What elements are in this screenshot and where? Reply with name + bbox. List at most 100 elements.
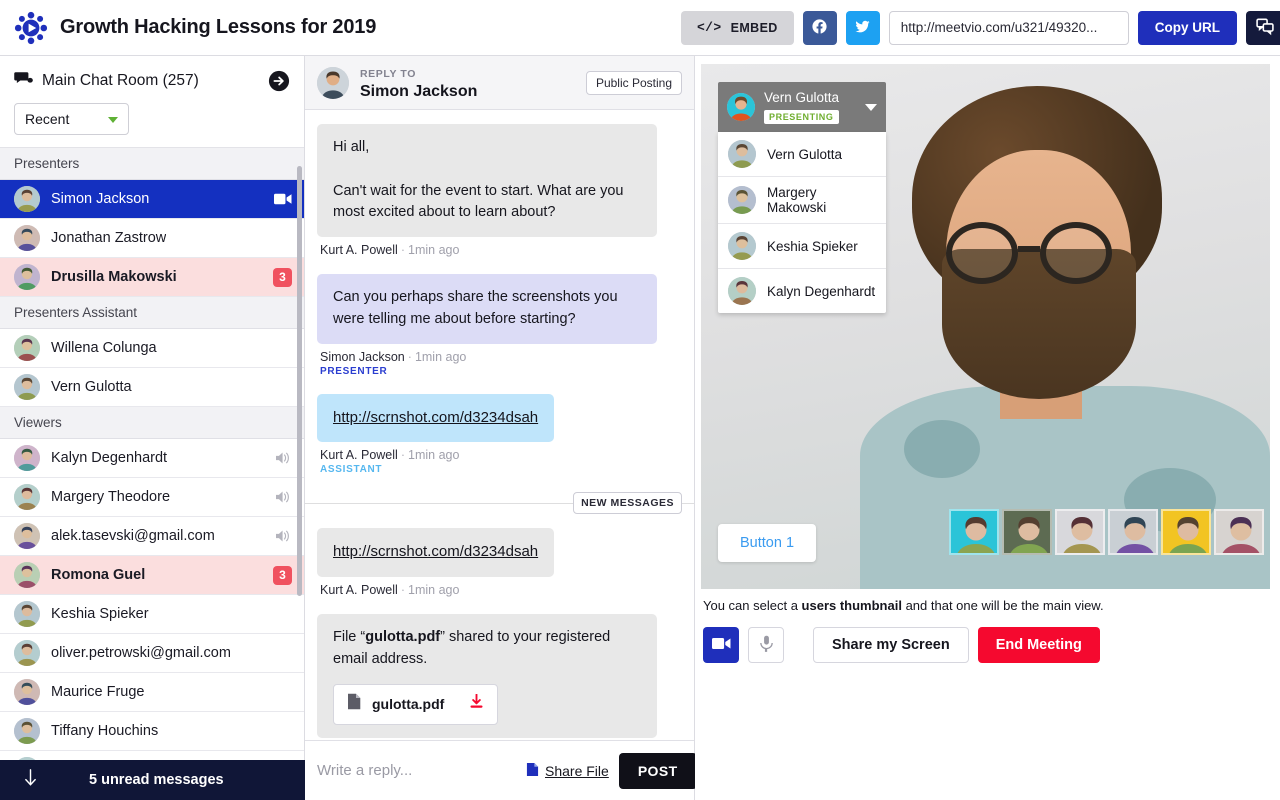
room-title: Main Chat Room (257) (42, 72, 199, 89)
share-url-input[interactable] (888, 10, 1129, 45)
arrow-right-circle-icon[interactable] (268, 70, 290, 92)
shared-file-name: gulotta.pdf (365, 629, 441, 645)
chat-header: REPLY TO Simon Jackson Public Posting (305, 56, 694, 110)
download-icon[interactable] (469, 693, 484, 715)
avatar (14, 679, 40, 705)
participants-list[interactable]: Presenters Simon Jackson Jonathan Zastrow D… (0, 147, 304, 800)
unread-count-badge: 3 (273, 267, 292, 287)
meetvio-play-logo-icon (14, 11, 48, 45)
participant-name: Simon Jackson (51, 191, 150, 207)
participant-name: oliver.petrowski@gmail.com (51, 645, 231, 661)
post-button[interactable]: POST (618, 752, 697, 789)
share-file-button[interactable]: Share File (526, 762, 609, 780)
embed-button[interactable]: </> EMBED (680, 10, 794, 45)
avatar (728, 232, 756, 260)
presenter-option[interactable]: Kalyn Degenhardt (718, 269, 886, 313)
share-facebook-button[interactable] (802, 10, 837, 45)
copy-url-button[interactable]: Copy URL (1137, 10, 1237, 45)
avatar (317, 66, 349, 99)
participants-group-header: Presenters Assistant (0, 297, 304, 329)
participant-row[interactable]: Tiffany Houchins (0, 712, 304, 751)
participant-row[interactable]: Jonathan Zastrow (0, 219, 304, 258)
video-camera-icon[interactable] (274, 193, 292, 205)
chat-composer: Share File POST (305, 740, 697, 800)
participant-name: Tiffany Houchins (51, 723, 159, 739)
participants-group-header: Viewers (0, 407, 304, 439)
presenter-option[interactable]: Margery Makowski (718, 177, 886, 224)
participant-row[interactable]: Simon Jackson (0, 180, 304, 219)
participant-row[interactable]: Maurice Fruge (0, 673, 304, 712)
participant-thumbnail-strip[interactable] (949, 509, 1264, 555)
participant-row[interactable]: Willena Colunga (0, 329, 304, 368)
sort-dropdown[interactable]: Recent (14, 103, 129, 135)
main-video-stage[interactable]: Vern Gulotta PRESENTING Vern Gulotta Marg… (701, 64, 1270, 589)
new-messages-label: NEW MESSAGES (573, 492, 682, 515)
message-author: Kurt A. Powell (320, 448, 398, 463)
thumbnail-hint-before: You can select a (703, 598, 802, 613)
file-name-label: gulotta.pdf (372, 695, 445, 712)
thumbnail-hint-after: and that one will be the main view. (901, 598, 1104, 613)
thumbnail-hint-bold: users thumbnail (801, 598, 902, 613)
speaker-icon[interactable] (276, 490, 292, 504)
participant-thumbnail[interactable] (1161, 509, 1211, 555)
message-bubble: Hi all, Can't wait for the event to star… (317, 124, 657, 237)
participant-thumbnail[interactable] (1214, 509, 1264, 555)
share-file-label: Share File (545, 762, 609, 779)
top-bar: Growth Hacking Lessons for 2019 </> EMBE… (0, 0, 1280, 56)
chat-header-text: REPLY TO Simon Jackson (360, 64, 477, 101)
presenter-selector: Vern Gulotta PRESENTING Vern Gulotta Marg… (718, 82, 886, 313)
chat-message: Can you perhaps share the screenshots yo… (317, 274, 682, 377)
presenter-current-name: Vern Gulotta (764, 90, 840, 105)
presenter-option[interactable]: Vern Gulotta (718, 132, 886, 177)
speaker-icon[interactable] (276, 451, 292, 465)
twitter-icon (854, 18, 871, 38)
message-timestamp: 1min ago (408, 583, 460, 597)
participant-row[interactable]: Kalyn Degenhardt (0, 439, 304, 478)
participant-row[interactable]: oliver.petrowski@gmail.com (0, 634, 304, 673)
facebook-icon (811, 18, 828, 38)
participant-row[interactable]: Romona Guel 3 (0, 556, 304, 595)
speaker-icon[interactable] (276, 529, 292, 543)
video-glasses-bridge (1018, 246, 1040, 252)
microphone-icon (759, 635, 773, 655)
share-twitter-button[interactable] (845, 10, 880, 45)
room-title-row: Main Chat Room (257) (14, 70, 290, 92)
participant-row[interactable]: Vern Gulotta (0, 368, 304, 407)
file-attachment-chip[interactable]: gulotta.pdf (333, 683, 499, 725)
avatar (14, 445, 40, 471)
avatar (14, 562, 40, 588)
overlay-button-1[interactable]: Button 1 (718, 524, 817, 562)
end-meeting-button[interactable]: End Meeting (977, 627, 1100, 663)
webinar-app: Growth Hacking Lessons for 2019 </> EMBE… (0, 0, 1280, 800)
participant-row[interactable]: Margery Theodore (0, 478, 304, 517)
participant-thumbnail[interactable] (1055, 509, 1105, 555)
participant-thumbnail[interactable] (1002, 509, 1052, 555)
presenter-option[interactable]: Keshia Spieker (718, 224, 886, 269)
unread-messages-label: 5 unread messages (89, 772, 224, 788)
chat-panel-toggle-button[interactable] (1246, 10, 1280, 45)
participant-row[interactable]: alek.tasevski@gmail.com (0, 517, 304, 556)
status-badge: PRESENTING (764, 110, 839, 124)
chevron-down-icon (865, 103, 877, 111)
sidebar-scrollbar[interactable] (297, 166, 302, 596)
toggle-microphone-button[interactable] (748, 627, 784, 663)
message-link[interactable]: http://scrnshot.com/d3234dsah (333, 409, 538, 426)
presenter-selector-current[interactable]: Vern Gulotta PRESENTING (718, 82, 886, 132)
unread-messages-bar[interactable]: 5 unread messages (0, 760, 305, 800)
visibility-badge[interactable]: Public Posting (585, 70, 682, 95)
participant-row[interactable]: Drusilla Makowski 3 (0, 258, 304, 297)
reply-input[interactable] (317, 762, 516, 779)
new-messages-divider: NEW MESSAGES (305, 492, 694, 515)
share-screen-button[interactable]: Share my Screen (813, 627, 969, 663)
presenter-selector-options[interactable]: Vern Gulotta Margery Makowski Keshia Spiek… (718, 132, 886, 313)
document-icon (526, 762, 539, 780)
participant-thumbnail[interactable] (1108, 509, 1158, 555)
sidebar-header: Main Chat Room (257) Recent (0, 56, 304, 147)
participant-row[interactable]: Keshia Spieker (0, 595, 304, 634)
topbar-actions: </> EMBED Copy URL (680, 10, 1280, 45)
message-link[interactable]: http://scrnshot.com/d3234dsah (333, 543, 538, 560)
participant-thumbnail[interactable] (949, 509, 999, 555)
chat-messages[interactable]: Hi all, Can't wait for the event to star… (305, 110, 694, 740)
message-meta: Kurt A. Powell · 1min ago ASSISTANT (320, 448, 682, 475)
toggle-camera-button[interactable] (703, 627, 739, 663)
